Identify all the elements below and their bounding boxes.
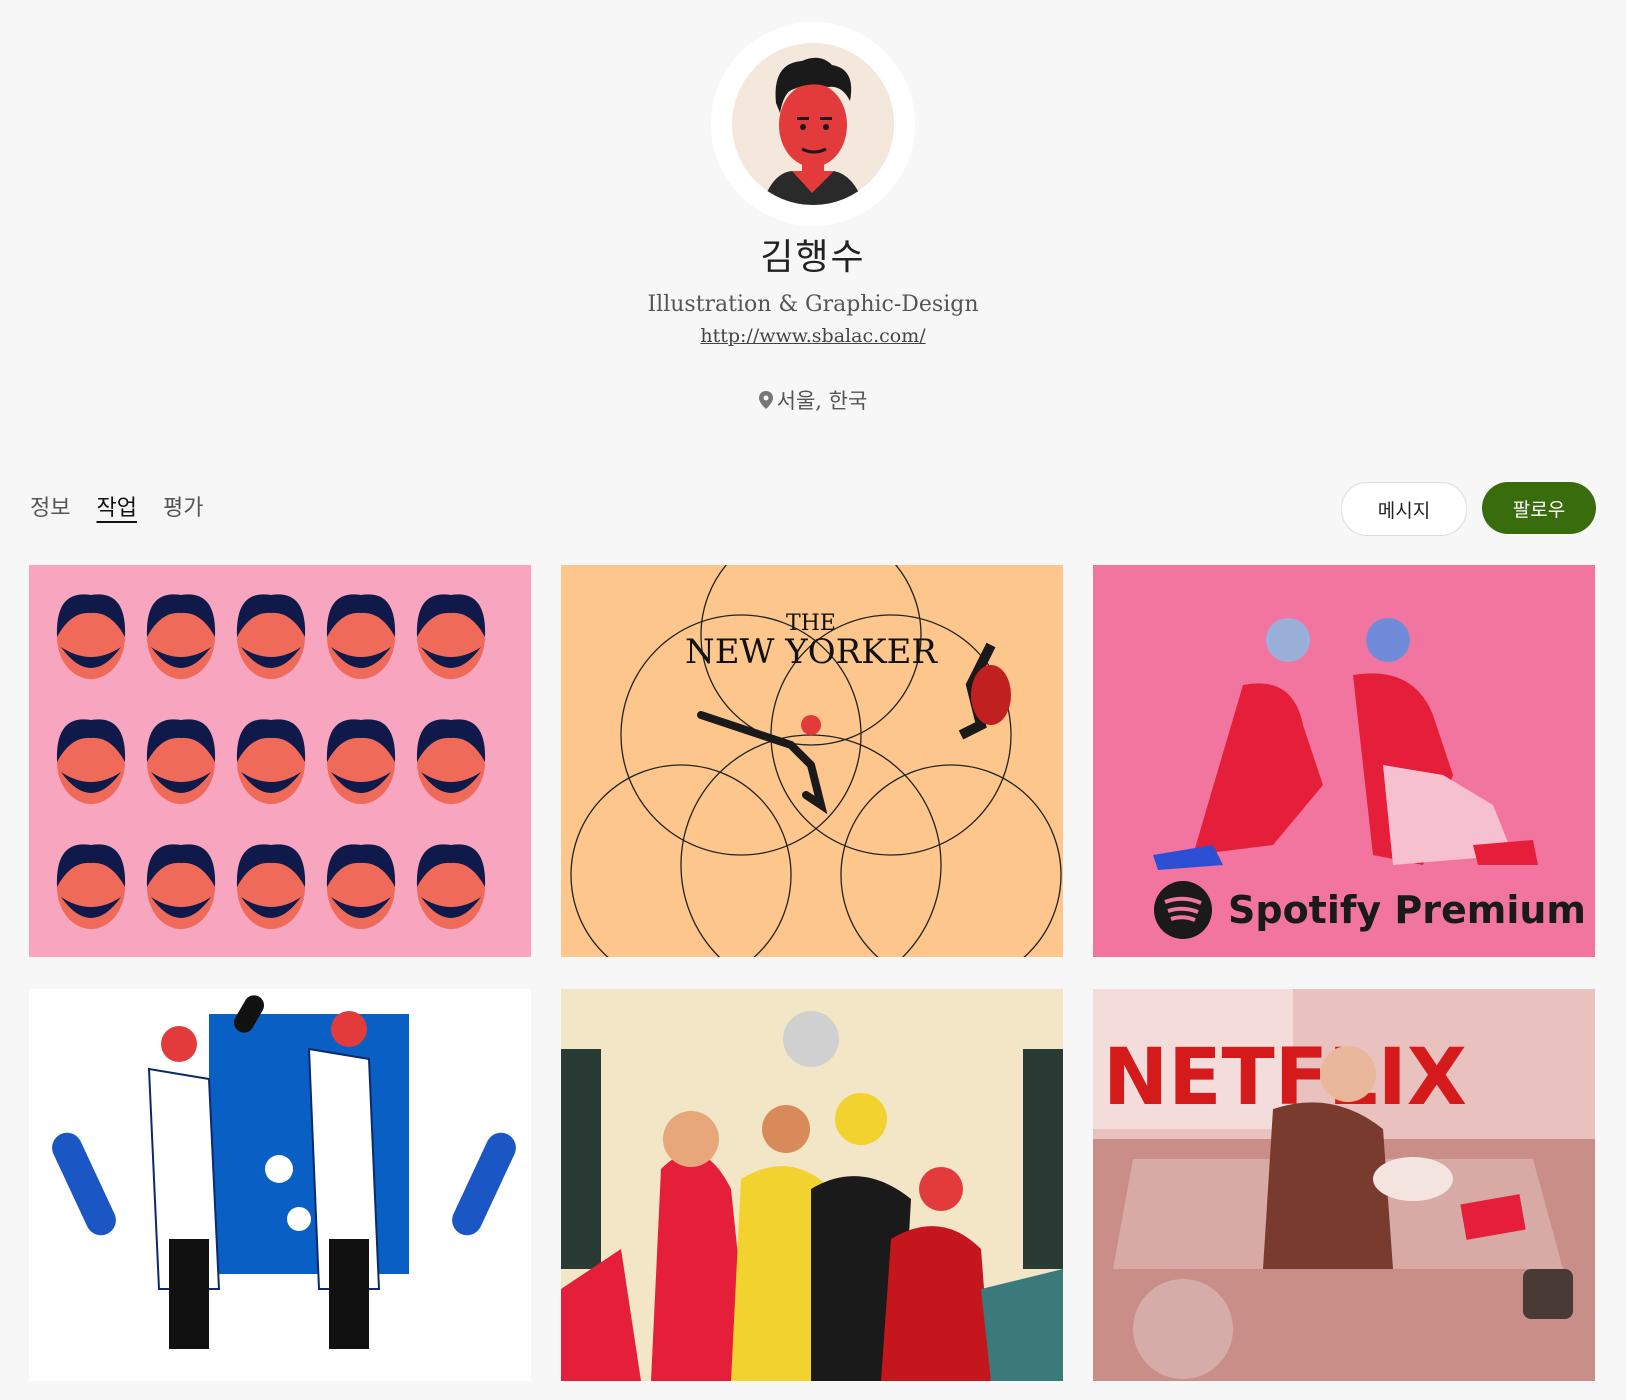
profile-location: 서울, 한국 bbox=[0, 385, 1626, 415]
avatar[interactable] bbox=[711, 22, 915, 226]
work-card[interactable]: NETFLIX bbox=[1093, 989, 1595, 1381]
tab-works[interactable]: 작업 bbox=[96, 490, 136, 522]
follow-button[interactable]: 팔로우 bbox=[1482, 482, 1596, 534]
work-thumbnail-heads bbox=[29, 565, 531, 957]
profile-url: http://www.sbalac.com/ bbox=[0, 325, 1626, 347]
profile-name: 김행수 bbox=[760, 237, 866, 278]
newyorker-title: NEW YORKER bbox=[685, 632, 938, 672]
work-card[interactable] bbox=[561, 989, 1063, 1381]
profile-url-link[interactable]: http://www.sbalac.com/ bbox=[700, 325, 925, 347]
tab-reviews[interactable]: 평가 bbox=[163, 490, 203, 522]
work-thumbnail-spotify: Spotify Premium bbox=[1093, 565, 1595, 957]
profile-tagline: Illustration & Graphic-Design bbox=[647, 292, 979, 317]
work-thumbnail-netflix: NETFLIX bbox=[1093, 989, 1595, 1381]
work-thumbnail-party bbox=[561, 989, 1063, 1381]
message-button[interactable]: 메시지 bbox=[1341, 482, 1467, 536]
work-card[interactable]: THE NEW YORKER bbox=[561, 565, 1063, 957]
profile-tabs: 정보 작업 평가 bbox=[30, 490, 203, 522]
tab-info[interactable]: 정보 bbox=[30, 490, 70, 522]
avatar-image bbox=[732, 43, 894, 205]
location-pin-icon bbox=[758, 391, 773, 409]
work-thumbnail-newyorker: THE NEW YORKER bbox=[561, 565, 1063, 957]
work-card[interactable] bbox=[29, 565, 531, 957]
location-text: 서울, 한국 bbox=[776, 389, 868, 413]
work-thumbnail-doctors bbox=[29, 989, 531, 1381]
spotify-title: Spotify Premium bbox=[1228, 888, 1586, 932]
work-card[interactable] bbox=[29, 989, 531, 1381]
work-card[interactable]: Spotify Premium bbox=[1093, 565, 1595, 957]
